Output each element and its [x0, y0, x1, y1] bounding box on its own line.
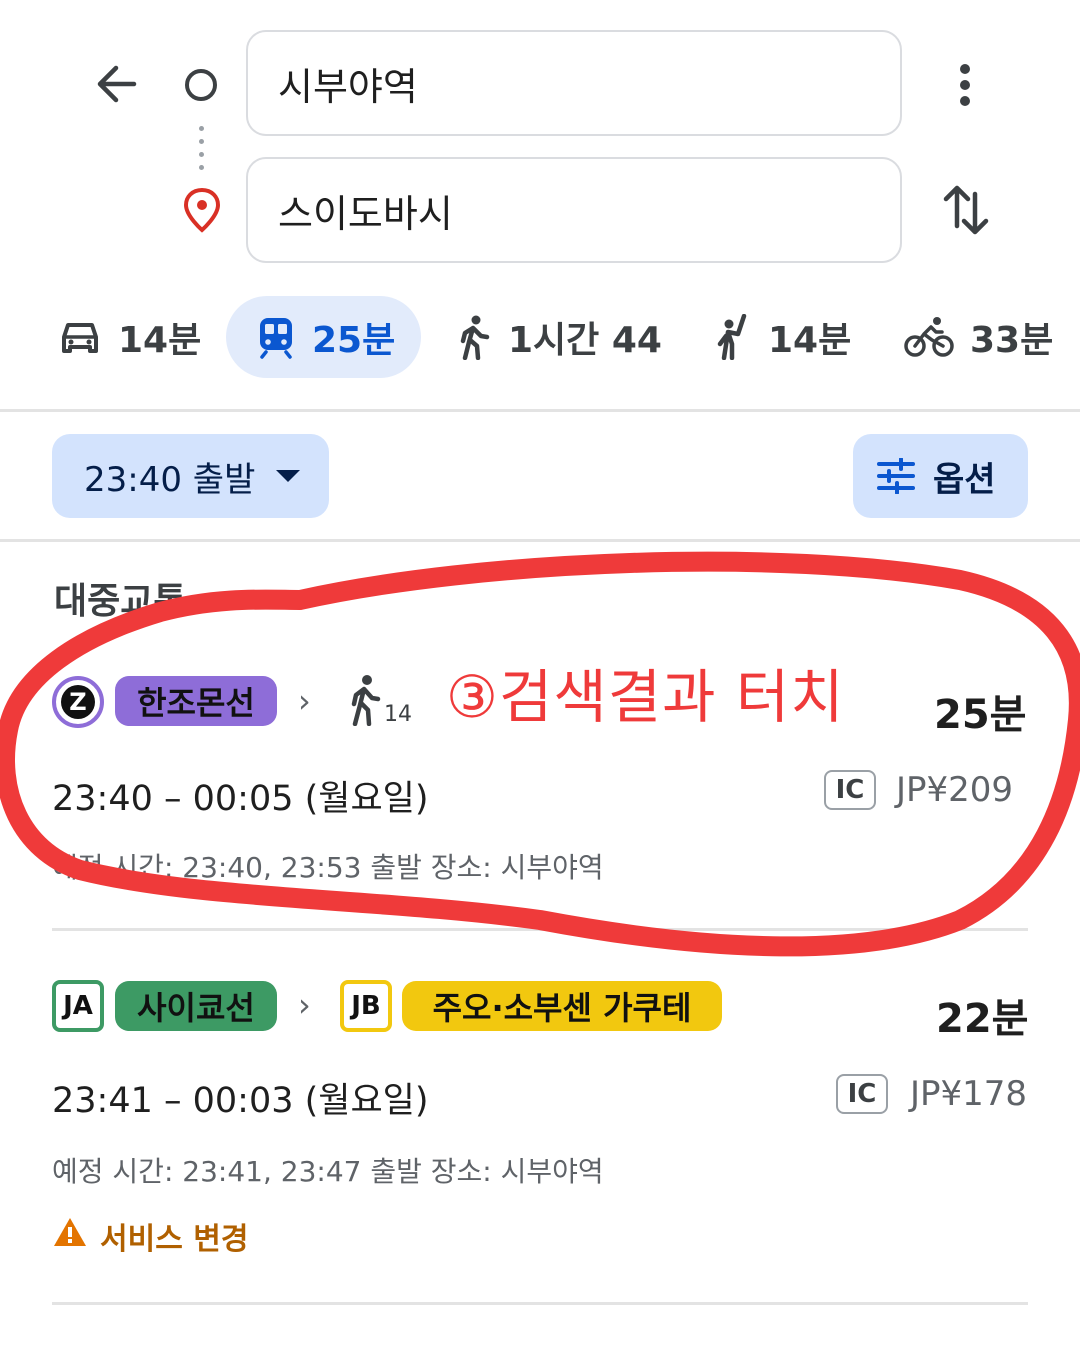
ic-card-badge: IC: [836, 1074, 888, 1114]
mode-ridehail-label: 14분: [768, 320, 852, 361]
walk-icon: [351, 675, 381, 726]
transit-icon: [260, 318, 292, 359]
route-duration: 22분: [936, 996, 1029, 1042]
destination-input[interactable]: 스이도바시: [246, 157, 902, 263]
tune-icon: [877, 458, 915, 494]
mode-cycling-label: 33분: [970, 320, 1054, 361]
options-button[interactable]: 옵션: [853, 434, 1028, 518]
divider: [52, 1302, 1028, 1305]
origin-circle-icon: [182, 66, 220, 104]
divider: [52, 928, 1028, 931]
mode-driving-label: 14분: [118, 320, 202, 361]
route-duration: 25분: [934, 692, 1027, 738]
swap-button[interactable]: [934, 178, 998, 242]
walk-minutes: 14: [384, 702, 412, 727]
divider: [0, 539, 1080, 542]
route-dots-icon: [198, 126, 204, 170]
swap-vert-icon: [943, 185, 989, 235]
car-icon: [62, 323, 98, 353]
line-name-badge: 사이쿄선: [115, 981, 277, 1031]
mode-driving-tab[interactable]: 14분: [58, 296, 201, 378]
mode-ridehail-tab[interactable]: 14분: [714, 296, 851, 378]
route-result-2[interactable]: JA 사이쿄선 › JB 주오·소부센 가쿠테 22분 23:41 – 00:0…: [0, 960, 1080, 1290]
mode-walking-tab[interactable]: 1시간 44: [456, 296, 662, 378]
dropdown-arrow-icon: [276, 470, 301, 482]
line-z-badge: Z: [52, 676, 104, 728]
options-label: 옵션: [933, 459, 996, 500]
chevron-right-icon: ›: [298, 986, 311, 1024]
arrow-left-icon: [97, 65, 137, 103]
chevron-right-icon: ›: [298, 682, 311, 720]
route-times: 23:40 – 00:05 (월요일): [52, 779, 429, 819]
line-name-badge: 한조몬선: [115, 676, 277, 726]
origin-input[interactable]: 시부야역: [246, 30, 902, 136]
depart-time-dropdown[interactable]: 23:40 출발: [52, 434, 329, 518]
route-times: 23:41 – 00:03 (월요일): [52, 1081, 429, 1121]
route-result-1[interactable]: Z 한조몬선 › 14 25분 23:40 – 00:05 (월요일) IC J…: [0, 652, 1080, 922]
departure-note: 예정 시간: 23:40, 23:53 출발 장소: 시부야역: [52, 851, 604, 884]
back-button[interactable]: [84, 52, 148, 116]
ride-hail-icon: [717, 314, 747, 360]
mode-cycling-tab[interactable]: 33분: [904, 296, 1053, 378]
mode-transit-label: 25분: [312, 320, 396, 361]
ic-card-badge: IC: [824, 770, 876, 810]
service-change-warning: 서비스 변경: [100, 1222, 249, 1257]
bike-icon: [904, 317, 954, 357]
walk-icon: [460, 315, 490, 360]
departure-note: 예정 시간: 23:41, 23:47 출발 장소: 시부야역: [52, 1155, 604, 1188]
warning-icon: [54, 1218, 86, 1246]
line-jb-badge: JB: [340, 980, 392, 1032]
more-vert-icon: [960, 64, 970, 106]
more-options-button[interactable]: [936, 56, 994, 114]
mode-transit-tab[interactable]: 25분: [226, 296, 422, 378]
line-ja-badge: JA: [52, 980, 104, 1032]
route-fare: JP¥178: [910, 1074, 1028, 1114]
section-title: 대중교통: [54, 581, 187, 622]
route-fare: JP¥209: [896, 770, 1014, 810]
mode-walking-label: 1시간 44: [508, 320, 662, 361]
divider: [0, 409, 1080, 412]
depart-time-label: 23:40 출발: [84, 459, 256, 500]
destination-pin-icon: [180, 186, 224, 234]
line-name-badge: 주오·소부센 가쿠테: [402, 981, 722, 1031]
